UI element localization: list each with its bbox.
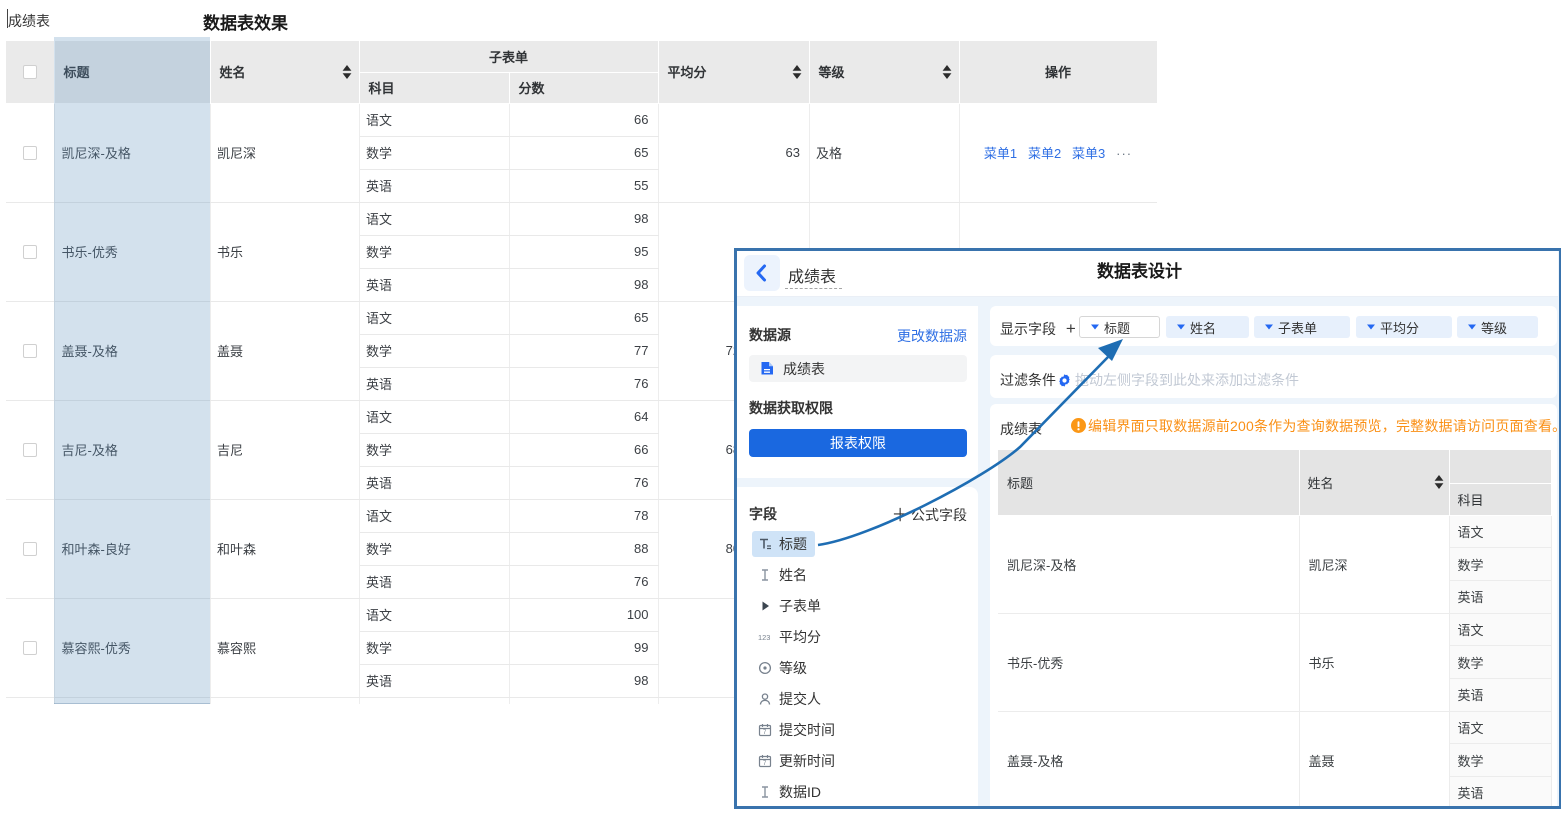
svg-text:123: 123 — [758, 633, 770, 642]
